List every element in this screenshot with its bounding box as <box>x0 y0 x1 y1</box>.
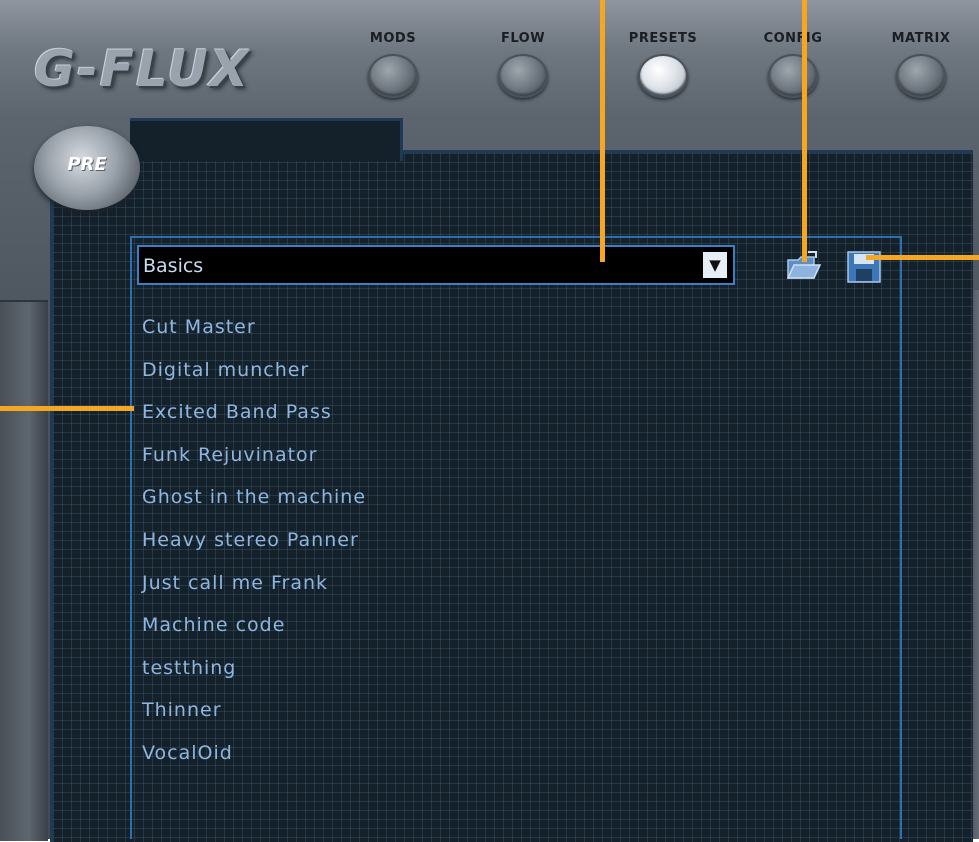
callout-line-list <box>0 406 134 411</box>
preset-item[interactable]: Just call me Frank <box>142 562 366 605</box>
nav-label: PRESETS <box>628 31 698 46</box>
nav-label: MATRIX <box>891 31 951 46</box>
preset-bank-value: Basics <box>143 255 204 277</box>
nav-label: MODS <box>369 31 417 46</box>
preset-item[interactable]: Heavy stereo Panner <box>142 519 366 562</box>
nav-label: FLOW <box>500 31 546 46</box>
screen-tab <box>130 118 403 161</box>
dropdown-arrow-icon[interactable]: ▼ <box>703 252 727 278</box>
nav-mods[interactable]: MODS <box>348 30 438 98</box>
config-knob[interactable] <box>768 54 818 98</box>
preset-item[interactable]: Machine code <box>142 604 366 647</box>
nav-flow[interactable]: FLOW <box>478 30 568 98</box>
left-rim <box>0 300 48 841</box>
mods-knob[interactable] <box>368 54 418 98</box>
nav-presets[interactable]: PRESETS <box>618 30 708 98</box>
preset-item[interactable]: Excited Band Pass <box>142 391 366 434</box>
flow-knob[interactable] <box>498 54 548 98</box>
nav-matrix[interactable]: MATRIX <box>876 30 966 98</box>
preset-item[interactable]: Funk Rejuvinator <box>142 434 366 477</box>
preset-item[interactable]: Cut Master <box>142 306 366 349</box>
callout-line-select <box>600 0 605 262</box>
preset-item[interactable]: Ghost in the machine <box>142 476 366 519</box>
preset-bank-select[interactable]: Basics ▼ <box>137 245 735 285</box>
matrix-knob[interactable] <box>896 54 946 98</box>
nav-config[interactable]: CONFIG <box>748 30 838 98</box>
callout-line-save <box>866 255 979 260</box>
preset-item[interactable]: Digital muncher <box>142 349 366 392</box>
nav-label: CONFIG <box>763 31 823 46</box>
app-logo: G-FLUX <box>34 40 251 98</box>
callout-line-open <box>802 0 807 262</box>
preset-item[interactable]: testthing <box>142 647 366 690</box>
preset-item[interactable]: VocalOid <box>142 732 366 775</box>
preset-item[interactable]: Thinner <box>142 689 366 732</box>
pre-badge-label: PRE <box>67 154 107 175</box>
preset-list: Cut Master Digital muncher Excited Band … <box>142 306 366 775</box>
presets-knob[interactable] <box>638 54 688 98</box>
pre-mode-badge[interactable]: PRE <box>34 126 140 210</box>
